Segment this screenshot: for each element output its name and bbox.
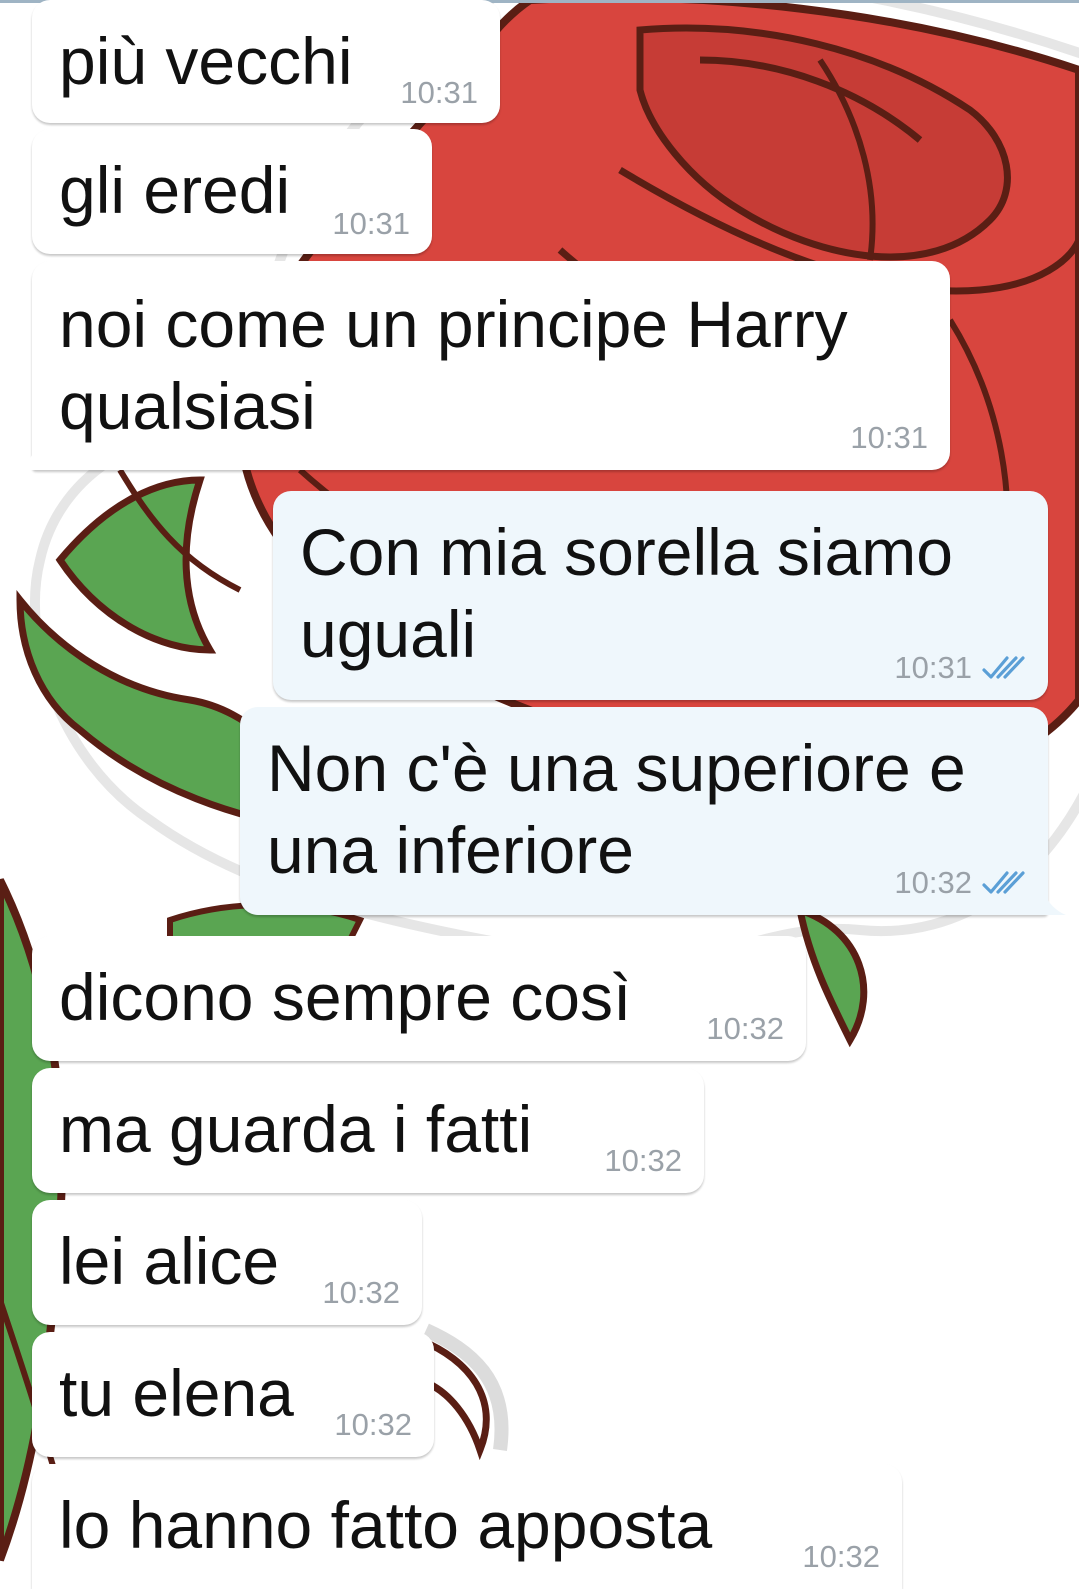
message-line: dicono sempre così — [59, 960, 632, 1034]
message-text: dicono sempre così — [59, 956, 631, 1038]
message-text: gli eredi — [59, 149, 290, 231]
message-text: più vecchi — [59, 20, 353, 102]
message-time: 10:31 — [894, 650, 1026, 686]
message-bubble[interactable]: lo hanno fatto apposta 10:32 — [32, 1464, 902, 1589]
message-line: più vecchi — [59, 24, 353, 98]
message-bubble[interactable]: gli eredi 10:31 — [32, 129, 432, 254]
time-label: 10:32 — [706, 1011, 784, 1046]
message-bubble[interactable]: lei alice 10:32 — [32, 1200, 422, 1325]
message-line: qualsiasi — [59, 369, 316, 443]
message-bubble[interactable]: dicono sempre così 10:32 — [32, 936, 806, 1061]
time-label: 10:31 — [332, 206, 410, 241]
double-check-icon — [982, 656, 1025, 679]
message-bubble[interactable]: Non c'è una superiore e una inferiore 10… — [240, 707, 1048, 915]
message-time: 10:31 — [850, 420, 928, 456]
message-bubble[interactable]: Con mia sorella siamo uguali 10:31 — [273, 491, 1048, 700]
message-line: noi come un principe Harry — [59, 287, 848, 361]
message-time: 10:32 — [802, 1539, 880, 1575]
message-text: lo hanno fatto apposta — [59, 1484, 712, 1566]
message-line: lo hanno fatto apposta — [59, 1488, 713, 1562]
time-label: 10:31 — [894, 650, 972, 685]
message-bubble[interactable]: noi come un principe Harry qualsiasi 10:… — [32, 261, 950, 470]
bubble-tail — [14, 448, 36, 470]
message-line: lei alice — [59, 1224, 280, 1298]
message-line: una inferiore — [267, 813, 634, 887]
message-time: 10:31 — [400, 75, 478, 111]
time-label: 10:32 — [802, 1539, 880, 1574]
message-time: 10:32 — [334, 1407, 412, 1443]
message-text: lei alice — [59, 1220, 279, 1302]
bubble-tail — [1044, 893, 1066, 915]
time-label: 10:31 — [400, 75, 478, 110]
time-label: 10:31 — [850, 420, 928, 455]
message-bubble[interactable]: più vecchi 10:31 — [32, 0, 500, 123]
message-time: 10:32 — [604, 1143, 682, 1179]
message-line: Con mia sorella siamo — [300, 515, 953, 589]
time-label: 10:32 — [322, 1275, 400, 1310]
message-time: 10:31 — [332, 206, 410, 242]
message-text: ma guarda i fatti — [59, 1088, 532, 1170]
double-check-icon — [982, 871, 1025, 894]
message-text: Non c'è una superiore e una inferiore — [267, 727, 966, 891]
message-line: tu elena — [59, 1356, 294, 1430]
message-line: Non c'è una superiore e — [267, 731, 966, 805]
message-bubble[interactable]: tu elena 10:32 — [32, 1332, 434, 1457]
message-text: Con mia sorella siamo uguali — [300, 511, 953, 675]
time-label: 10:32 — [894, 865, 972, 900]
message-list[interactable]: più vecchi 10:31 gli eredi 10:31 noi com… — [0, 0, 1079, 1589]
message-text: tu elena — [59, 1352, 294, 1434]
message-text: noi come un principe Harry qualsiasi — [59, 283, 848, 447]
message-line: gli eredi — [59, 153, 291, 227]
time-label: 10:32 — [604, 1143, 682, 1178]
message-bubble[interactable]: ma guarda i fatti 10:32 — [32, 1068, 704, 1193]
message-line: uguali — [300, 597, 477, 671]
message-time: 10:32 — [894, 865, 1026, 901]
message-line: ma guarda i fatti — [59, 1092, 533, 1166]
time-label: 10:32 — [334, 1407, 412, 1442]
message-time: 10:32 — [322, 1275, 400, 1311]
message-time: 10:32 — [706, 1011, 784, 1047]
